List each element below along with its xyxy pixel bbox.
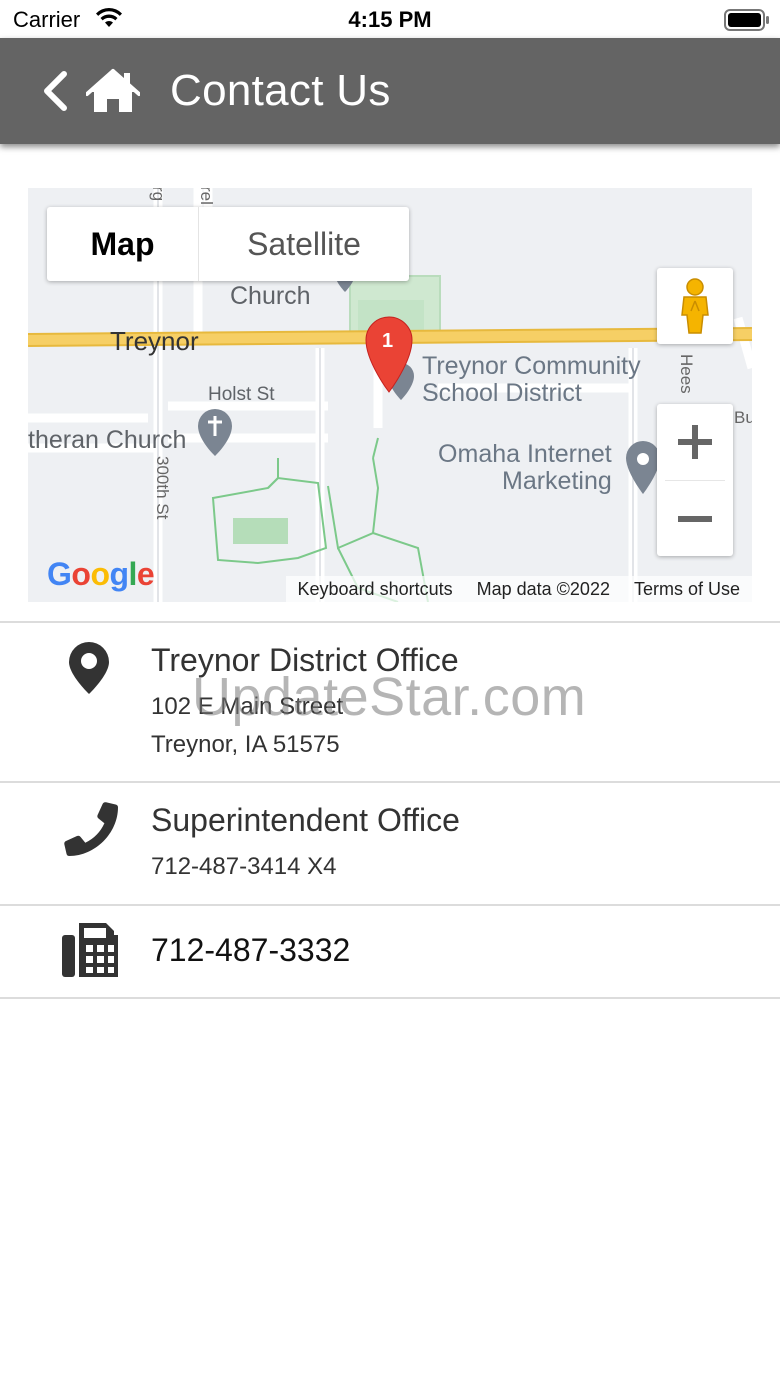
terms-of-use-link[interactable]: Terms of Use (634, 579, 740, 600)
map-footer: Keyboard shortcuts Map data ©2022 Terms … (285, 576, 752, 602)
divider (0, 621, 780, 623)
address-line2[interactable]: Treynor, IA 51575 (151, 731, 340, 759)
fax-number[interactable]: 712-487-3332 (151, 932, 350, 969)
phone-number[interactable]: 712-487-3414 X4 (151, 853, 336, 881)
map-label-omaha-line2: Marketing (502, 467, 612, 495)
map-label-omaha-line1: Omaha Internet (438, 440, 612, 468)
divider (0, 781, 780, 783)
map-label-treynor: Treynor (110, 326, 199, 356)
fax-icon (62, 923, 118, 977)
divider (0, 904, 780, 906)
map-label-bu: Bu (734, 408, 752, 427)
map-label-rel: rel (197, 188, 216, 205)
map-label-school-line1: Treynor Community (422, 352, 641, 380)
map-label-hees: Hees (677, 354, 696, 394)
street-view-pegman[interactable] (657, 268, 733, 344)
google-logo[interactable]: Google (47, 556, 155, 593)
nav-bar: Contact Us (0, 38, 780, 144)
map-label-lutheran-church: theran Church (28, 426, 187, 454)
map-type-map-button[interactable]: Map (47, 207, 199, 281)
map-label-rg: rg (149, 188, 168, 202)
map-data-label: Map data ©2022 (476, 578, 610, 599)
status-bar: Carrier 4:15 PM (0, 0, 780, 38)
watermark: UpdateStar.com (192, 667, 587, 727)
map-label-school-line2: School District (422, 379, 582, 407)
map-view[interactable]: 1 na rg rel Church Treynor Holst St ther… (28, 188, 752, 602)
plus-icon (678, 425, 712, 459)
zoom-controls (657, 404, 733, 556)
map-label-church: Church (230, 282, 311, 310)
page-title: Contact Us (170, 66, 391, 115)
zoom-out-button[interactable] (657, 481, 733, 557)
minus-icon (678, 516, 712, 522)
zoom-in-button[interactable] (657, 404, 733, 480)
map-label-omaha: Omaha Internet Marketing (438, 441, 612, 495)
back-chevron-icon[interactable] (40, 70, 70, 112)
battery-icon (724, 9, 769, 31)
marker-number: 1 (382, 330, 394, 352)
phone-title[interactable]: Superintendent Office (151, 802, 460, 839)
pegman-icon (681, 278, 709, 334)
map-label-school: Treynor Community School District (422, 353, 641, 407)
map-type-satellite-button[interactable]: Satellite (199, 207, 409, 281)
home-icon[interactable] (86, 68, 140, 114)
phone-icon (64, 802, 118, 856)
map-label-holst-st: Holst St (208, 384, 275, 405)
map-label-300th-st: 300th St (153, 456, 172, 520)
clock: 4:15 PM (348, 7, 432, 32)
location-pin-icon (69, 642, 109, 694)
keyboard-shortcuts-link[interactable]: Keyboard shortcuts (298, 579, 453, 600)
divider (0, 997, 780, 999)
map-type-toggle: Map Satellite (47, 207, 409, 281)
